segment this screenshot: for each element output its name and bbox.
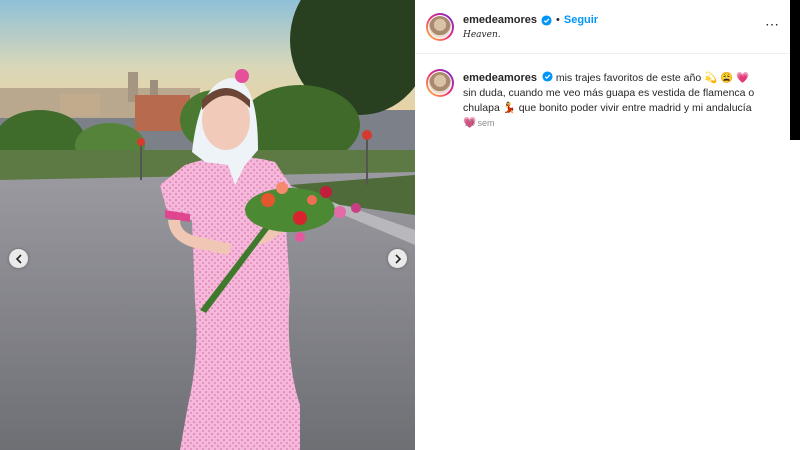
photo-image (0, 0, 415, 450)
post-header: emedeamores • Seguir Heaven. ⋯ (415, 0, 790, 54)
caption-username-link[interactable]: emedeamores (463, 72, 537, 84)
chevron-left-icon (15, 253, 22, 264)
caption: emedeamores mis trajes favoritos de este… (463, 71, 763, 131)
post-timestamp[interactable]: 20 sem (465, 118, 495, 128)
backdrop-edge (790, 0, 800, 140)
next-photo-button[interactable] (388, 249, 407, 268)
verified-badge-icon (541, 14, 552, 26)
header-user-row: emedeamores • Seguir (463, 14, 598, 26)
more-options-icon[interactable]: ⋯ (765, 17, 780, 31)
separator-dot: • (556, 14, 560, 26)
avatar[interactable] (426, 13, 454, 41)
follow-button[interactable]: Seguir (564, 14, 598, 26)
backdrop-edge-lower (790, 140, 800, 450)
post-photo[interactable] (0, 0, 415, 450)
previous-photo-button[interactable] (9, 249, 28, 268)
verified-badge-icon (542, 71, 553, 82)
chevron-right-icon (394, 253, 401, 264)
post-details-panel: emedeamores • Seguir Heaven. ⋯ emedeamor… (415, 0, 790, 450)
username-link[interactable]: emedeamores (463, 14, 537, 26)
location-label[interactable]: Heaven. (463, 30, 501, 40)
caption-avatar[interactable] (426, 69, 454, 97)
